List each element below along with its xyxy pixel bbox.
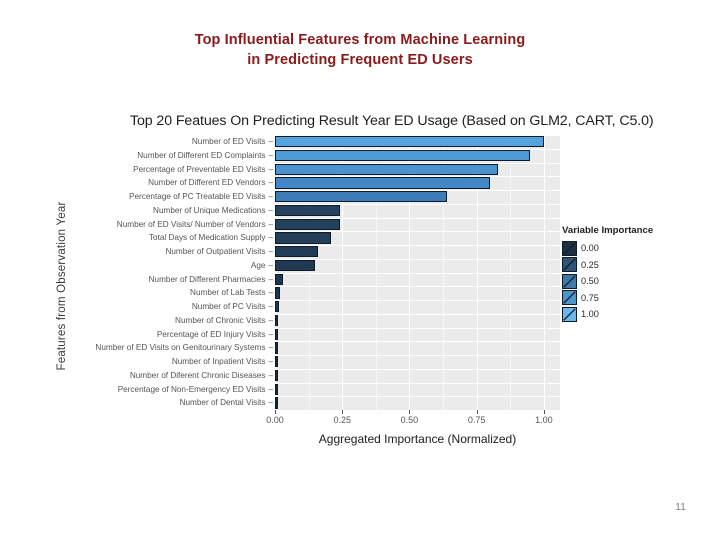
bar bbox=[275, 273, 284, 285]
x-axis-tick-label: 0.50 bbox=[400, 415, 419, 425]
y-axis-tick-label: Age – bbox=[250, 260, 273, 270]
legend-entry: 0.25 bbox=[562, 257, 682, 274]
x-axis-tick-label: 0.00 bbox=[266, 415, 284, 425]
x-axis-tick-mark bbox=[409, 410, 411, 414]
legend-label: 0.50 bbox=[581, 276, 599, 287]
y-axis-tick-label: Percentage of ED Injury Visits – bbox=[156, 329, 273, 339]
x-axis-tick-mark bbox=[543, 410, 545, 414]
x-axis-tick-label: 1.00 bbox=[535, 415, 553, 425]
y-axis-tick-label: Number of Different ED Complaints – bbox=[137, 150, 273, 160]
y-axis-tick-label: Number of Unique Medications – bbox=[153, 205, 273, 215]
legend-color-swatch bbox=[562, 240, 577, 256]
x-axis-title: Aggregated Importance (Normalized) bbox=[318, 432, 517, 446]
legend-entry: 1.00 bbox=[562, 306, 682, 323]
bar bbox=[275, 204, 340, 217]
bar bbox=[275, 356, 278, 368]
bar bbox=[275, 397, 278, 409]
y-axis-tick-label: Number of Chronic Visits – bbox=[175, 315, 273, 325]
x-axis-tick-mark bbox=[275, 410, 276, 414]
legend-label: 1.00 bbox=[581, 309, 599, 320]
x-axis-tick-label: 0.75 bbox=[467, 415, 486, 425]
y-axis-tick-label: Number of Diferent Chronic Diseases – bbox=[129, 370, 273, 380]
bar bbox=[275, 342, 278, 354]
bar bbox=[275, 301, 280, 313]
y-axis-tick-label: Percentage of Preventable ED Visits – bbox=[133, 164, 273, 174]
bar bbox=[275, 328, 278, 340]
bar bbox=[275, 287, 281, 299]
y-axis-tick-label: Number of Outpatient Visits – bbox=[165, 247, 273, 256]
y-axis-tick-label: Number of Lab Tests – bbox=[190, 288, 273, 298]
chart-figure: Top 20 Featues On Predicting Result Year… bbox=[0, 105, 720, 465]
y-axis-tick-label: Number of Inpatient Visits – bbox=[171, 357, 273, 366]
x-axis-tick-label: 0.25 bbox=[333, 415, 351, 425]
legend-label: 0.00 bbox=[581, 243, 599, 254]
y-axis-tick-label: Number of ED Visits/ Number of Vendors – bbox=[116, 219, 273, 229]
y-axis-tick-labels: Number of ED Visits – Number of Different … bbox=[30, 135, 273, 410]
legend-title: Variable Importance bbox=[562, 225, 654, 236]
page-number: 11 bbox=[675, 501, 686, 513]
slide-title-line-1: Top Influential Features from Machine Le… bbox=[194, 32, 526, 48]
legend-entry: 0.00 bbox=[562, 240, 682, 257]
bar bbox=[275, 163, 499, 175]
x-axis-tick-mark bbox=[342, 410, 344, 414]
bar bbox=[275, 259, 316, 272]
slide-title-line-2: in Predicting Frequent ED Users bbox=[247, 52, 473, 68]
legend-color-swatch bbox=[562, 290, 577, 306]
y-axis-tick-label: Number of PC Visits – bbox=[191, 302, 273, 311]
bar bbox=[275, 136, 544, 148]
y-axis-tick-label: Number of ED Visits – bbox=[191, 137, 273, 146]
bar-series bbox=[275, 135, 560, 410]
legend-label: 0.75 bbox=[581, 292, 599, 303]
x-axis-tick-mark bbox=[476, 410, 478, 414]
x-axis-ticks: 0.00 0.25 0.50 0.75 1.00 bbox=[266, 410, 560, 432]
bar bbox=[275, 177, 491, 189]
bar bbox=[275, 149, 531, 162]
plot-area bbox=[275, 135, 560, 411]
bar bbox=[275, 314, 279, 327]
bar bbox=[275, 232, 332, 244]
y-axis-tick-label: Number of Dental Visits – bbox=[179, 398, 273, 408]
y-axis-tick-label: Number of Different ED Vendors – bbox=[148, 178, 273, 188]
chart-title: Top 20 Featues On Predicting Result Year… bbox=[130, 113, 654, 129]
bar bbox=[275, 218, 340, 230]
y-axis-tick-label: Number of ED Visits on Genitourinary Sys… bbox=[95, 343, 273, 353]
y-axis-tick-label: Number of Different Pharmacies – bbox=[148, 274, 273, 284]
bar bbox=[275, 246, 319, 258]
legend-color-swatch bbox=[562, 257, 577, 273]
slide-title: Top Influential Features from Machine Le… bbox=[110, 30, 610, 70]
legend-label: 0.25 bbox=[581, 259, 599, 270]
legend-entries: 0.00 0.25 0.50 0.75 1.00 bbox=[562, 240, 682, 323]
legend-color-swatch bbox=[562, 306, 577, 322]
bar bbox=[275, 383, 278, 395]
y-axis-tick-label: Percentage of PC Treatable ED Visits – bbox=[129, 192, 273, 201]
legend: Variable Importance 0.00 0.25 0.50 0.75 1.00 bbox=[562, 225, 682, 323]
y-axis-tick-label: Percentage of Non-Emergency ED Visits – bbox=[117, 384, 273, 394]
bar bbox=[275, 369, 278, 382]
legend-entry: 0.50 bbox=[562, 273, 682, 290]
y-axis-tick-label: Total Days of Medication Supply – bbox=[148, 233, 273, 243]
legend-color-swatch bbox=[562, 273, 577, 289]
bar bbox=[275, 191, 448, 203]
legend-entry: 0.75 bbox=[562, 290, 682, 307]
